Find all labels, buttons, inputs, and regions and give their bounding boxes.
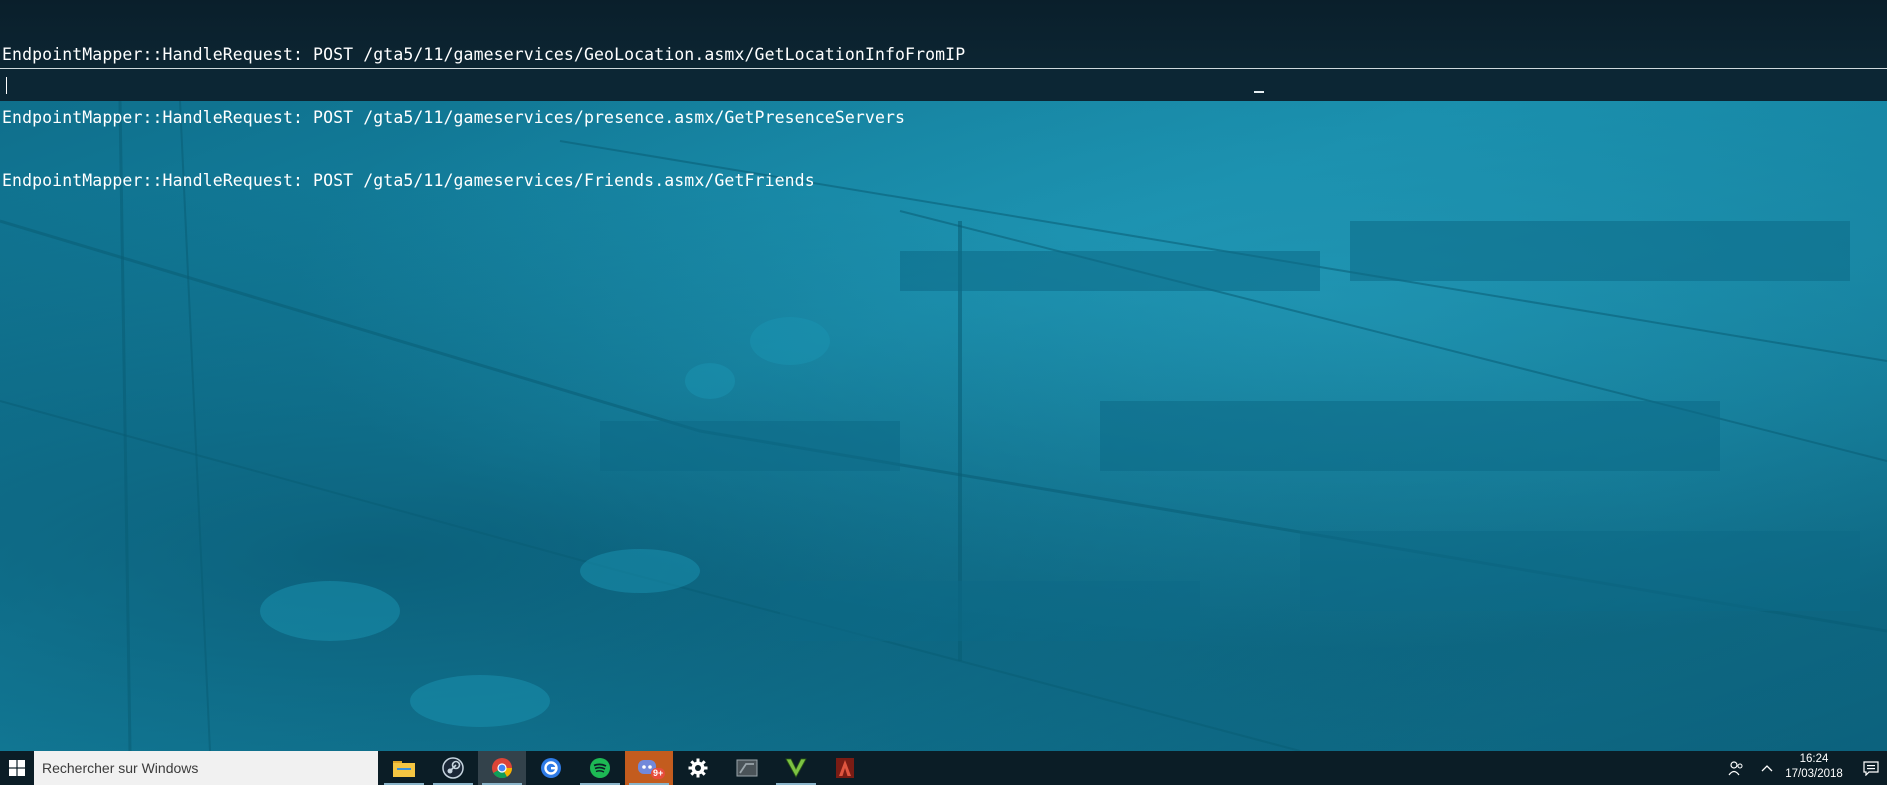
windows-search-box[interactable] — [34, 751, 378, 785]
taskbar-clock[interactable]: 16:24 17/03/2018 — [1780, 752, 1848, 784]
taskbar-discord[interactable]: 9+ — [625, 751, 673, 785]
spotify-icon — [590, 758, 610, 778]
game-red-icon — [836, 758, 854, 778]
taskbar-steam[interactable] — [429, 751, 477, 785]
discord-badge: 9+ — [651, 768, 666, 779]
debug-console: EndpointMapper::HandleRequest: POST /gta… — [0, 0, 1887, 190]
text-caret — [6, 77, 7, 94]
tray-show-hidden[interactable] — [1756, 751, 1778, 785]
start-button[interactable] — [0, 751, 34, 785]
action-center-button[interactable] — [1858, 751, 1884, 785]
taskbar-game-red[interactable] — [821, 751, 869, 785]
steam-icon — [442, 757, 464, 779]
chrome-icon — [492, 758, 513, 779]
gta-v-icon — [785, 758, 807, 778]
clock-time: 16:24 — [1799, 753, 1829, 765]
chevron-up-icon — [1761, 765, 1773, 772]
taskbar-gta-v[interactable] — [772, 751, 820, 785]
console-log: EndpointMapper::HandleRequest: POST /gta… — [2, 2, 1882, 233]
notification-center-icon — [1863, 761, 1879, 776]
settings-gear-icon — [688, 758, 708, 778]
gta-launcher-icon — [736, 759, 758, 777]
windows-logo-icon — [9, 760, 25, 776]
windows-taskbar: 9+ — [0, 751, 1887, 785]
taskbar-spotify[interactable] — [576, 751, 624, 785]
people-icon — [1728, 761, 1743, 776]
console-log-line: EndpointMapper::HandleRequest: POST /gta… — [2, 108, 906, 127]
taskbar-app-g[interactable] — [527, 751, 575, 785]
taskbar-settings[interactable] — [674, 751, 722, 785]
tray-people[interactable] — [1724, 751, 1748, 785]
search-input[interactable] — [34, 751, 374, 785]
app-g-icon — [541, 758, 561, 778]
taskbar-gta-launcher[interactable] — [723, 751, 771, 785]
file-explorer-icon — [393, 761, 415, 777]
console-cursor-marker — [1254, 91, 1264, 93]
console-input[interactable] — [0, 69, 1887, 101]
taskbar-chrome[interactable] — [478, 751, 526, 785]
console-log-line: EndpointMapper::HandleRequest: POST /gta… — [2, 171, 815, 190]
taskbar-file-explorer[interactable] — [380, 751, 428, 785]
console-log-line: EndpointMapper::HandleRequest: POST /gta… — [2, 45, 966, 64]
clock-date: 17/03/2018 — [1785, 768, 1843, 780]
